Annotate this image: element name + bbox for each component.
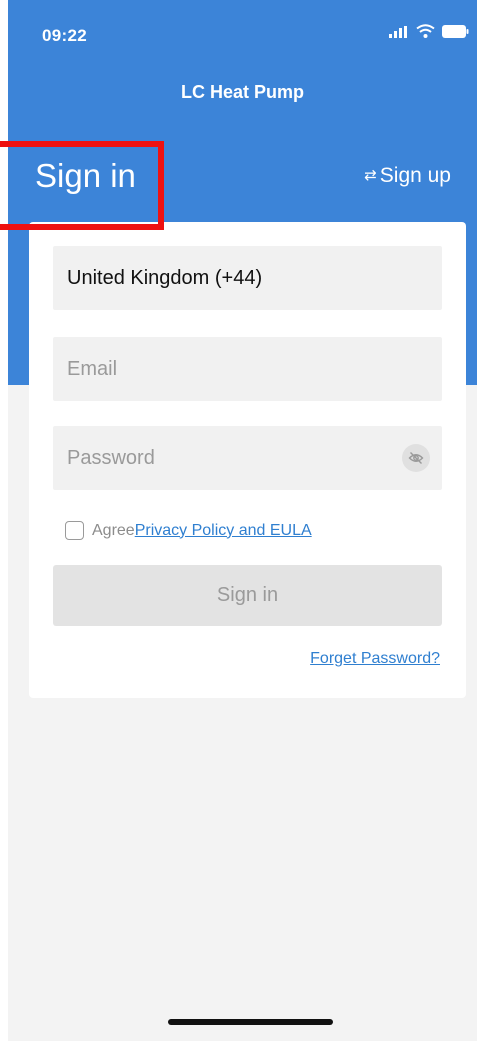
home-indicator[interactable]	[168, 1019, 333, 1025]
login-card: United Kingdom (+44) AgreePrivacy Policy…	[29, 222, 466, 698]
email-input[interactable]	[67, 357, 367, 381]
wifi-icon	[416, 24, 435, 43]
sign-in-button[interactable]: Sign in	[53, 565, 442, 626]
agree-checkbox[interactable]	[65, 521, 84, 540]
agree-row: AgreePrivacy Policy and EULA	[65, 521, 312, 540]
password-input[interactable]	[67, 446, 367, 470]
eye-off-icon[interactable]	[402, 444, 430, 472]
signal-icon	[389, 25, 409, 43]
battery-icon	[442, 24, 469, 43]
forget-password-link[interactable]: Forget Password?	[310, 650, 440, 668]
highlight-box	[0, 141, 164, 230]
password-field[interactable]	[53, 426, 442, 490]
country-selector[interactable]: United Kingdom (+44)	[53, 246, 442, 310]
country-value: United Kingdom (+44)	[67, 266, 263, 289]
sign-up-link[interactable]: ⇄ Sign up	[364, 164, 451, 188]
swap-arrows-icon: ⇄	[364, 166, 377, 184]
app-title: LC Heat Pump	[180, 82, 304, 102]
sign-up-label: Sign up	[379, 164, 451, 187]
email-field[interactable]	[53, 337, 442, 401]
agree-text: Agree	[92, 521, 135, 539]
status-icons	[389, 24, 469, 43]
status-time: 09:22	[42, 26, 87, 45]
privacy-policy-link[interactable]: Privacy Policy and EULA	[135, 522, 312, 539]
